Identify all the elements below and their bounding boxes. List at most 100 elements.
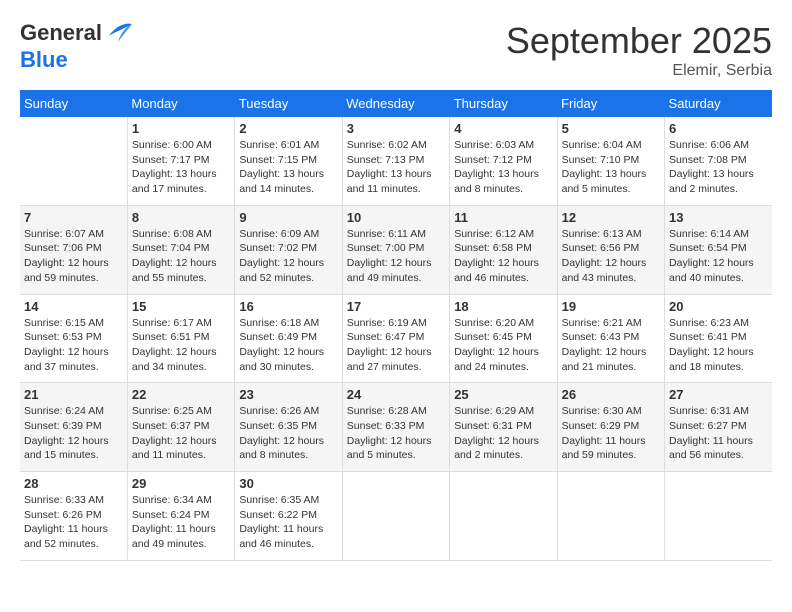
- day-number: 26: [562, 387, 660, 402]
- logo-text: General Blue: [20, 20, 136, 72]
- calendar-week-5: 28 Sunrise: 6:33 AMSunset: 6:26 PMDayligh…: [20, 472, 772, 561]
- day-number: 30: [239, 476, 337, 491]
- calendar-header-row: SundayMondayTuesdayWednesdayThursdayFrid…: [20, 90, 772, 117]
- page-header: General Blue September 2025 Elemir, Serb…: [20, 20, 772, 80]
- weekday-header-wednesday: Wednesday: [342, 90, 449, 117]
- calendar-week-1: 1Sunrise: 6:00 AMSunset: 7:17 PMDaylight…: [20, 117, 772, 205]
- day-info: Sunrise: 6:19 AMSunset: 6:47 PMDaylight:…: [347, 316, 445, 375]
- weekday-header-saturday: Saturday: [665, 90, 772, 117]
- logo: General Blue: [20, 20, 136, 72]
- day-number: 28: [24, 476, 123, 491]
- calendar-cell: 21 Sunrise: 6:24 AMSunset: 6:39 PMDayligh…: [20, 383, 127, 472]
- day-number: 21: [24, 387, 123, 402]
- calendar-cell: [20, 117, 127, 205]
- calendar-cell: 3 Sunrise: 6:02 AMSunset: 7:13 PMDaylight…: [342, 117, 449, 205]
- calendar-cell: 2 Sunrise: 6:01 AMSunset: 7:15 PMDaylight…: [235, 117, 342, 205]
- day-number: 14: [24, 299, 123, 314]
- day-info: Sunrise: 6:21 AMSunset: 6:43 PMDaylight:…: [562, 316, 660, 375]
- calendar-cell: 4Sunrise: 6:03 AMSunset: 7:12 PMDaylight…: [450, 117, 557, 205]
- day-info: Sunrise: 6:07 AMSunset: 7:06 PMDaylight:…: [24, 227, 123, 286]
- day-number: 29: [132, 476, 230, 491]
- day-info: Sunrise: 6:02 AMSunset: 7:13 PMDaylight:…: [347, 138, 445, 197]
- day-info: Sunrise: 6:14 AMSunset: 6:54 PMDaylight:…: [669, 227, 768, 286]
- day-info: Sunrise: 6:11 AMSunset: 7:00 PMDaylight:…: [347, 227, 445, 286]
- location-subtitle: Elemir, Serbia: [506, 62, 772, 80]
- weekday-header-tuesday: Tuesday: [235, 90, 342, 117]
- calendar-week-3: 14 Sunrise: 6:15 AMSunset: 6:53 PMDayligh…: [20, 294, 772, 383]
- day-info: Sunrise: 6:23 AMSunset: 6:41 PMDaylight:…: [669, 316, 768, 375]
- title-area: September 2025 Elemir, Serbia: [506, 20, 772, 80]
- day-number: 27: [669, 387, 768, 402]
- calendar-cell: 22 Sunrise: 6:25 AMSunset: 6:37 PMDayligh…: [127, 383, 234, 472]
- calendar-cell: 10Sunrise: 6:11 AMSunset: 7:00 PMDayligh…: [342, 205, 449, 294]
- calendar-cell: 27 Sunrise: 6:31 AMSunset: 6:27 PMDayligh…: [665, 383, 772, 472]
- day-number: 3: [347, 121, 445, 136]
- day-info: Sunrise: 6:20 AMSunset: 6:45 PMDaylight:…: [454, 316, 552, 375]
- day-info: Sunrise: 6:29 AMSunset: 6:31 PMDaylight:…: [454, 404, 552, 463]
- day-number: 22: [132, 387, 230, 402]
- day-number: 6: [669, 121, 768, 136]
- day-number: 18: [454, 299, 552, 314]
- calendar-cell: [665, 472, 772, 561]
- calendar-cell: 5Sunrise: 6:04 AMSunset: 7:10 PMDaylight…: [557, 117, 664, 205]
- calendar-cell: 20 Sunrise: 6:23 AMSunset: 6:41 PMDayligh…: [665, 294, 772, 383]
- day-number: 9: [239, 210, 337, 225]
- calendar-cell: 28 Sunrise: 6:33 AMSunset: 6:26 PMDayligh…: [20, 472, 127, 561]
- day-number: 13: [669, 210, 768, 225]
- calendar-cell: 30 Sunrise: 6:35 AMSunset: 6:22 PMDayligh…: [235, 472, 342, 561]
- calendar-cell: 16 Sunrise: 6:18 AMSunset: 6:49 PMDayligh…: [235, 294, 342, 383]
- day-info: Sunrise: 6:25 AMSunset: 6:37 PMDaylight:…: [132, 404, 230, 463]
- day-info: Sunrise: 6:30 AMSunset: 6:29 PMDaylight:…: [562, 404, 660, 463]
- day-info: Sunrise: 6:33 AMSunset: 6:26 PMDaylight:…: [24, 493, 123, 552]
- calendar-cell: 11 Sunrise: 6:12 AMSunset: 6:58 PMDayligh…: [450, 205, 557, 294]
- calendar-cell: 26 Sunrise: 6:30 AMSunset: 6:29 PMDayligh…: [557, 383, 664, 472]
- calendar-cell: 7 Sunrise: 6:07 AMSunset: 7:06 PMDaylight…: [20, 205, 127, 294]
- day-info: Sunrise: 6:04 AMSunset: 7:10 PMDaylight:…: [562, 138, 660, 197]
- day-info: Sunrise: 6:09 AMSunset: 7:02 PMDaylight:…: [239, 227, 337, 286]
- calendar-cell: 9 Sunrise: 6:09 AMSunset: 7:02 PMDaylight…: [235, 205, 342, 294]
- day-info: Sunrise: 6:24 AMSunset: 6:39 PMDaylight:…: [24, 404, 123, 463]
- day-number: 20: [669, 299, 768, 314]
- day-number: 11: [454, 210, 552, 225]
- day-number: 4: [454, 121, 552, 136]
- calendar-cell: 19 Sunrise: 6:21 AMSunset: 6:43 PMDayligh…: [557, 294, 664, 383]
- calendar-cell: [342, 472, 449, 561]
- calendar-cell: 14 Sunrise: 6:15 AMSunset: 6:53 PMDayligh…: [20, 294, 127, 383]
- day-number: 1: [132, 121, 230, 136]
- day-number: 17: [347, 299, 445, 314]
- calendar-cell: 13 Sunrise: 6:14 AMSunset: 6:54 PMDayligh…: [665, 205, 772, 294]
- calendar-cell: 12 Sunrise: 6:13 AMSunset: 6:56 PMDayligh…: [557, 205, 664, 294]
- weekday-header-sunday: Sunday: [20, 90, 127, 117]
- calendar-table: SundayMondayTuesdayWednesdayThursdayFrid…: [20, 90, 772, 561]
- day-info: Sunrise: 6:08 AMSunset: 7:04 PMDaylight:…: [132, 227, 230, 286]
- day-number: 16: [239, 299, 337, 314]
- day-info: Sunrise: 6:26 AMSunset: 6:35 PMDaylight:…: [239, 404, 337, 463]
- calendar-cell: 24Sunrise: 6:28 AMSunset: 6:33 PMDayligh…: [342, 383, 449, 472]
- day-info: Sunrise: 6:06 AMSunset: 7:08 PMDaylight:…: [669, 138, 768, 197]
- day-number: 15: [132, 299, 230, 314]
- day-info: Sunrise: 6:18 AMSunset: 6:49 PMDaylight:…: [239, 316, 337, 375]
- weekday-header-thursday: Thursday: [450, 90, 557, 117]
- day-info: Sunrise: 6:31 AMSunset: 6:27 PMDaylight:…: [669, 404, 768, 463]
- day-info: Sunrise: 6:15 AMSunset: 6:53 PMDaylight:…: [24, 316, 123, 375]
- day-info: Sunrise: 6:34 AMSunset: 6:24 PMDaylight:…: [132, 493, 230, 552]
- day-number: 2: [239, 121, 337, 136]
- calendar-cell: 29 Sunrise: 6:34 AMSunset: 6:24 PMDayligh…: [127, 472, 234, 561]
- day-info: Sunrise: 6:28 AMSunset: 6:33 PMDaylight:…: [347, 404, 445, 463]
- day-number: 19: [562, 299, 660, 314]
- day-info: Sunrise: 6:01 AMSunset: 7:15 PMDaylight:…: [239, 138, 337, 197]
- weekday-header-friday: Friday: [557, 90, 664, 117]
- day-number: 7: [24, 210, 123, 225]
- calendar-cell: 17 Sunrise: 6:19 AMSunset: 6:47 PMDayligh…: [342, 294, 449, 383]
- calendar-week-2: 7 Sunrise: 6:07 AMSunset: 7:06 PMDaylight…: [20, 205, 772, 294]
- logo-bird-icon: [104, 20, 134, 48]
- day-number: 12: [562, 210, 660, 225]
- calendar-cell: 6 Sunrise: 6:06 AMSunset: 7:08 PMDaylight…: [665, 117, 772, 205]
- day-info: Sunrise: 6:12 AMSunset: 6:58 PMDaylight:…: [454, 227, 552, 286]
- day-info: Sunrise: 6:13 AMSunset: 6:56 PMDaylight:…: [562, 227, 660, 286]
- weekday-header-monday: Monday: [127, 90, 234, 117]
- day-info: Sunrise: 6:35 AMSunset: 6:22 PMDaylight:…: [239, 493, 337, 552]
- calendar-cell: 23Sunrise: 6:26 AMSunset: 6:35 PMDayligh…: [235, 383, 342, 472]
- calendar-cell: 25Sunrise: 6:29 AMSunset: 6:31 PMDayligh…: [450, 383, 557, 472]
- day-info: Sunrise: 6:17 AMSunset: 6:51 PMDaylight:…: [132, 316, 230, 375]
